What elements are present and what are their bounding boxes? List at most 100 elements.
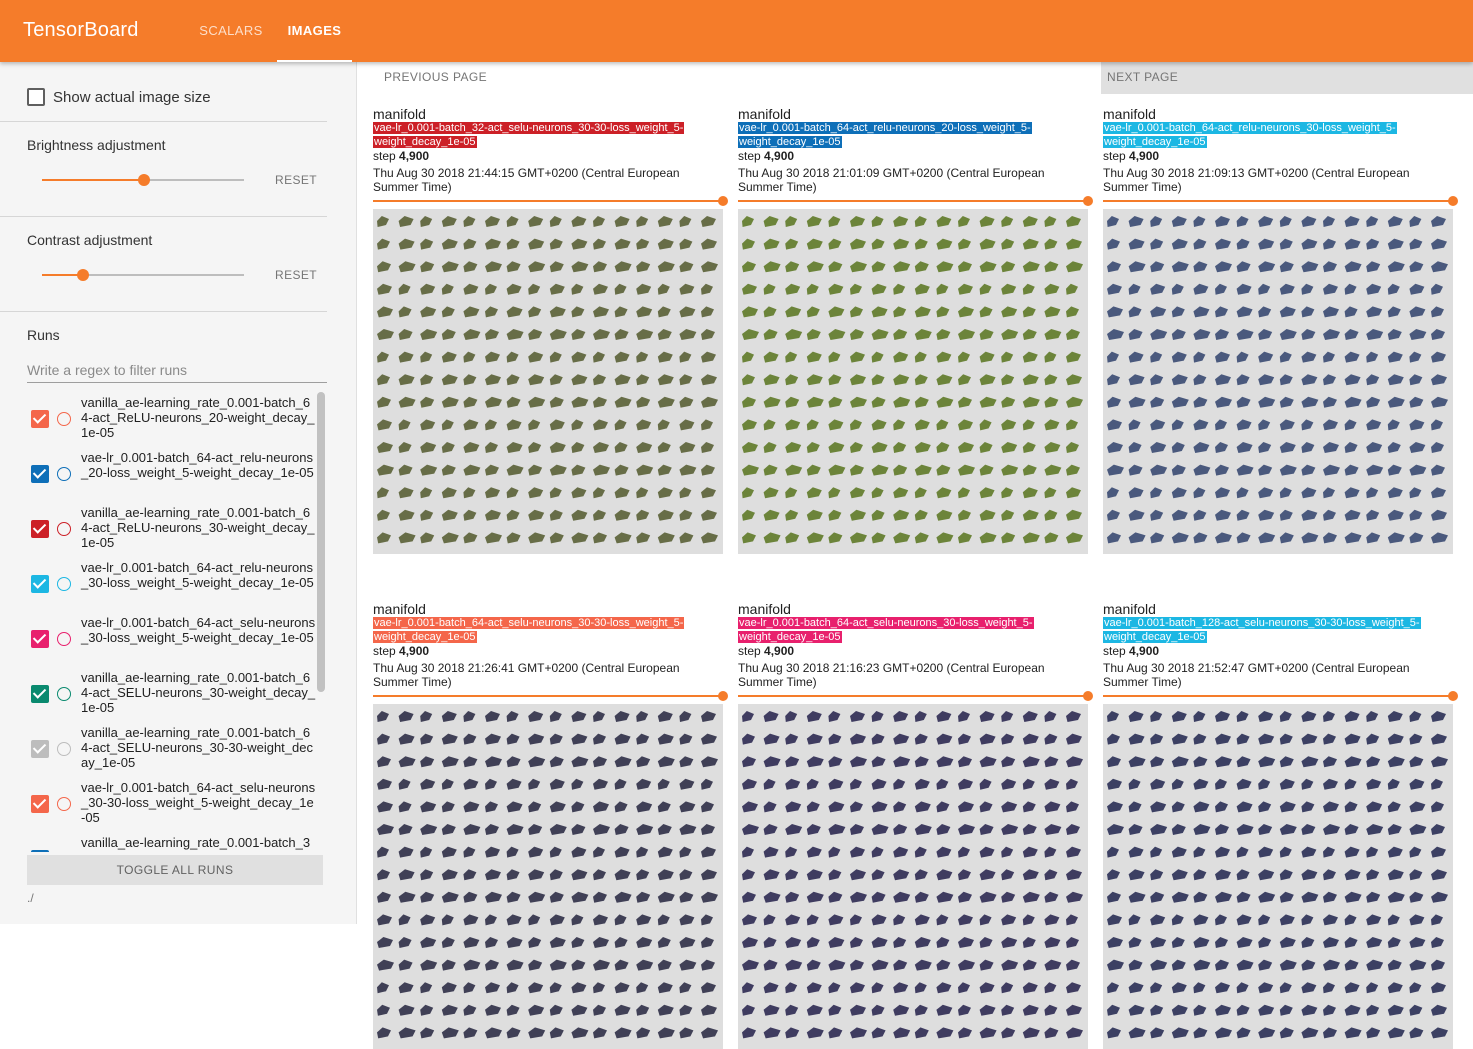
step-slider[interactable]: [1103, 200, 1453, 202]
manifold-image[interactable]: [738, 209, 1088, 554]
run-checkbox[interactable]: [31, 685, 49, 703]
run-checkbox[interactable]: [31, 630, 49, 648]
step-slider-knob[interactable]: [1448, 691, 1458, 701]
run-filter-input[interactable]: [27, 357, 327, 383]
run-radio-button[interactable]: [57, 742, 71, 756]
run-radio-button[interactable]: [57, 632, 71, 646]
contrast-label: Contrast adjustment: [27, 232, 153, 248]
run-radio-button[interactable]: [57, 412, 71, 426]
step-slider-knob[interactable]: [1083, 196, 1093, 206]
run-checkbox[interactable]: [31, 740, 49, 758]
manifold-image[interactable]: [373, 704, 723, 1049]
run-checkbox[interactable]: [31, 795, 49, 813]
step-slider-knob[interactable]: [1083, 691, 1093, 701]
log-directory: ./: [27, 891, 34, 905]
brightness-slider-fill: [42, 179, 144, 181]
run-item[interactable]: vae-lr_0.001-batch_64-act_relu-neurons_2…: [0, 447, 320, 502]
run-checkbox[interactable]: [31, 520, 49, 538]
card-run-label: vae-lr_0.001-batch_64-act_selu-neurons_3…: [738, 617, 1034, 643]
run-name: vae-lr_0.001-batch_64-act_relu-neurons_3…: [81, 560, 314, 590]
image-card: manifold vae-lr_0.001-batch_64-act_selu-n…: [373, 601, 728, 1049]
card-run-label: vae-lr_0.001-batch_32-act_selu-neurons_3…: [373, 122, 685, 148]
run-radio-button[interactable]: [57, 522, 71, 536]
step-slider[interactable]: [1103, 695, 1453, 697]
image-card: manifold vae-lr_0.001-batch_64-act_selu-n…: [738, 601, 1093, 1049]
top-app-bar: TensorBoard SCALARS IMAGES: [0, 0, 1473, 62]
contrast-slider-knob[interactable]: [77, 269, 89, 281]
run-item[interactable]: vanilla_ae-learning_rate_0.001-batch_32-…: [0, 832, 320, 852]
brightness-label: Brightness adjustment: [27, 137, 166, 153]
tab-images[interactable]: IMAGES: [277, 0, 352, 62]
card-step: step 4,900: [1103, 644, 1160, 658]
divider: [0, 121, 327, 122]
run-name: vanilla_ae-learning_rate_0.001-batch_64-…: [81, 505, 315, 550]
manifold-image[interactable]: [1103, 704, 1453, 1049]
run-item[interactable]: vanilla_ae-learning_rate_0.001-batch_64-…: [0, 502, 320, 557]
toggle-all-runs-button[interactable]: TOGGLE ALL RUNS: [27, 855, 323, 885]
run-checkbox[interactable]: [31, 410, 49, 428]
previous-page-button[interactable]: PREVIOUS PAGE: [384, 62, 487, 94]
show-actual-size-label: Show actual image size: [53, 89, 211, 106]
card-step: step 4,900: [738, 644, 795, 658]
run-item[interactable]: vae-lr_0.001-batch_64-act_selu-neurons_3…: [0, 777, 320, 832]
manifold-image[interactable]: [738, 704, 1088, 1049]
card-timestamp: Thu Aug 30 2018 21:44:15 GMT+0200 (Centr…: [373, 166, 680, 194]
image-card: manifold vae-lr_0.001-batch_64-act_relu-n…: [738, 106, 1093, 566]
next-page-button[interactable]: NEXT PAGE: [1101, 62, 1473, 94]
image-card: manifold vae-lr_0.001-batch_128-act_selu-…: [1103, 601, 1458, 1049]
step-slider-knob[interactable]: [718, 196, 728, 206]
card-run-label: vae-lr_0.001-batch_64-act_relu-neurons_2…: [738, 122, 1032, 148]
brightness-slider-knob[interactable]: [138, 174, 150, 186]
card-run-label: vae-lr_0.001-batch_64-act_selu-neurons_3…: [373, 617, 685, 643]
brightness-reset-button[interactable]: RESET: [275, 173, 317, 187]
card-run-label: vae-lr_0.001-batch_128-act_selu-neurons_…: [1103, 617, 1421, 643]
runs-list: vanilla_ae-learning_rate_0.001-batch_64-…: [0, 392, 320, 852]
run-item[interactable]: vanilla_ae-learning_rate_0.001-batch_64-…: [0, 392, 320, 447]
card-step: step 4,900: [738, 149, 795, 163]
manifold-grid: [742, 711, 1083, 1039]
card-tag: manifold: [738, 601, 791, 617]
step-slider[interactable]: [738, 695, 1088, 697]
step-slider[interactable]: [373, 695, 723, 697]
step-slider[interactable]: [738, 200, 1088, 202]
card-step: step 4,900: [1103, 149, 1160, 163]
card-timestamp: Thu Aug 30 2018 21:09:13 GMT+0200 (Centr…: [1103, 166, 1410, 194]
manifold-grid: [742, 216, 1083, 544]
run-name: vanilla_ae-learning_rate_0.001-batch_32-…: [81, 835, 311, 852]
run-item[interactable]: vanilla_ae-learning_rate_0.001-batch_64-…: [0, 722, 320, 777]
card-tag: manifold: [373, 601, 426, 617]
step-slider[interactable]: [373, 200, 723, 202]
step-slider-knob[interactable]: [718, 691, 728, 701]
card-step: step 4,900: [373, 149, 430, 163]
show-actual-size-checkbox[interactable]: [27, 88, 45, 106]
run-item[interactable]: vae-lr_0.001-batch_64-act_relu-neurons_3…: [0, 557, 320, 612]
run-radio-button[interactable]: [57, 797, 71, 811]
run-radio-button[interactable]: [57, 577, 71, 591]
run-name: vae-lr_0.001-batch_64-act_selu-neurons_3…: [81, 615, 316, 645]
step-slider-knob[interactable]: [1448, 196, 1458, 206]
contrast-reset-button[interactable]: RESET: [275, 268, 317, 282]
tab-scalars[interactable]: SCALARS: [186, 0, 276, 62]
run-radio-button[interactable]: [57, 467, 71, 481]
card-tag: manifold: [373, 106, 426, 122]
manifold-grid: [377, 216, 718, 544]
run-radio-button[interactable]: [57, 687, 71, 701]
manifold-image[interactable]: [373, 209, 723, 554]
runs-title: Runs: [27, 327, 60, 343]
run-item[interactable]: vanilla_ae-learning_rate_0.001-batch_64-…: [0, 667, 320, 722]
run-name: vae-lr_0.001-batch_64-act_relu-neurons_2…: [81, 450, 314, 480]
card-tag: manifold: [738, 106, 791, 122]
card-step: step 4,900: [373, 644, 430, 658]
manifold-grid: [1107, 216, 1448, 544]
run-checkbox[interactable]: [31, 850, 49, 852]
run-item[interactable]: vae-lr_0.001-batch_64-act_selu-neurons_3…: [0, 612, 320, 667]
run-name: vanilla_ae-learning_rate_0.001-batch_64-…: [81, 395, 315, 440]
card-timestamp: Thu Aug 30 2018 21:01:09 GMT+0200 (Centr…: [738, 166, 1045, 194]
card-timestamp: Thu Aug 30 2018 21:52:47 GMT+0200 (Centr…: [1103, 661, 1410, 689]
divider: [0, 311, 327, 312]
app-title: TensorBoard: [23, 19, 139, 41]
run-checkbox[interactable]: [31, 575, 49, 593]
runs-scrollbar[interactable]: [317, 392, 325, 692]
run-checkbox[interactable]: [31, 465, 49, 483]
manifold-image[interactable]: [1103, 209, 1453, 554]
